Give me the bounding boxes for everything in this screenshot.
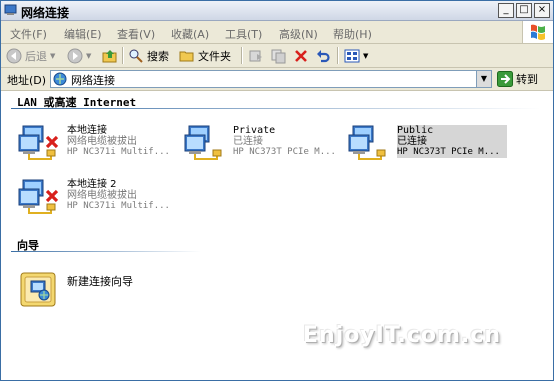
menu-help[interactable]: 帮助(H) xyxy=(333,26,372,42)
forward-arrow-icon xyxy=(67,48,83,63)
back-dropdown-icon[interactable]: ▼ xyxy=(50,52,55,60)
undo-icon xyxy=(317,49,330,62)
menu-tools[interactable]: 工具(T) xyxy=(225,26,262,42)
new-connection-wizard-item[interactable]: 新建连接向导 xyxy=(19,269,219,309)
back-label: 后退 xyxy=(25,49,47,63)
connection-device: HP NC371i Multif... xyxy=(67,201,170,211)
forward-button[interactable]: ▼ xyxy=(67,47,91,64)
search-icon xyxy=(129,49,143,63)
toolbar: 后退 ▼ ▼ 搜索 文件夹 ▼ xyxy=(1,44,553,68)
toolbar-separator xyxy=(241,47,243,64)
go-label: 转到 xyxy=(516,73,538,86)
go-button[interactable]: 转到 xyxy=(497,70,547,88)
connection-item-selected[interactable]: Public 已连接 HP NC373T PCIe M... xyxy=(347,123,507,163)
views-grid-icon xyxy=(344,49,360,62)
group-divider xyxy=(11,108,541,109)
folders-button[interactable]: 文件夹 xyxy=(179,47,231,64)
connection-name: 本地连接 2 xyxy=(67,179,117,190)
connection-device: HP NC373T PCIe M... xyxy=(397,147,500,157)
address-bar: 地址(D) 网络连接 ▼ 转到 xyxy=(1,68,553,91)
address-field[interactable]: 网络连接 ▼ xyxy=(50,70,492,88)
disconnected-network-icon xyxy=(18,179,59,214)
move-to-icon xyxy=(249,50,262,61)
menu-favorites[interactable]: 收藏(A) xyxy=(171,26,209,42)
connected-network-icon xyxy=(348,125,386,160)
search-label: 搜索 xyxy=(147,49,169,63)
address-value: 网络连接 xyxy=(71,74,115,87)
window-title: 网络连接 xyxy=(21,6,70,20)
folder-icon xyxy=(179,51,194,61)
copy-to-button[interactable] xyxy=(271,47,287,64)
connection-device: HP NC373T PCIe M... xyxy=(233,147,336,157)
connection-device: HP NC371i Multif... xyxy=(67,147,170,157)
connection-status: 已连接 xyxy=(397,136,427,147)
copy-to-icon xyxy=(271,49,286,63)
close-button[interactable]: × xyxy=(534,3,550,18)
back-button[interactable]: 后退 ▼ xyxy=(6,47,55,64)
maximize-button[interactable]: □ xyxy=(516,3,532,18)
network-connections-icon xyxy=(53,72,67,86)
connection-name: Public xyxy=(397,125,434,136)
address-dropdown-icon[interactable]: ▼ xyxy=(476,71,491,87)
connection-item[interactable]: 本地连接 网络电缆被拔出 HP NC371i Multif... xyxy=(17,123,177,163)
menu-bar: 文件(F) 编辑(E) 查看(V) 收藏(A) 工具(T) 高级(N) 帮助(H… xyxy=(1,21,553,44)
delete-button[interactable] xyxy=(293,47,309,64)
group-divider xyxy=(11,251,201,252)
views-dropdown-icon[interactable]: ▼ xyxy=(363,52,368,60)
new-connection-wizard-icon xyxy=(20,272,56,307)
minimize-button[interactable]: _ xyxy=(498,3,514,18)
menu-edit[interactable]: 编辑(E) xyxy=(64,26,102,42)
toolbar-separator xyxy=(122,47,124,64)
disconnected-network-icon xyxy=(18,125,59,160)
connection-status: 已连接 xyxy=(233,136,263,147)
delete-x-icon xyxy=(295,49,307,62)
watermark: EnjoyIT.com.cn xyxy=(303,323,502,348)
up-folder-icon xyxy=(102,49,117,62)
windows-logo-icon xyxy=(522,21,553,43)
connection-name: 本地连接 xyxy=(67,125,107,136)
network-folder-icon xyxy=(4,4,17,15)
address-label: 地址(D) xyxy=(7,74,47,87)
search-button[interactable]: 搜索 xyxy=(128,47,169,64)
back-arrow-icon xyxy=(6,48,22,63)
views-button[interactable]: ▼ xyxy=(344,47,368,64)
move-to-button[interactable] xyxy=(248,47,264,64)
wizard-label: 新建连接向导 xyxy=(67,275,133,288)
content-pane: LAN 或高速 Internet 本地连接 网络电缆被拔出 HP NC371i … xyxy=(1,91,553,380)
go-arrow-icon xyxy=(497,71,513,87)
connection-status: 网络电缆被拔出 xyxy=(67,136,137,147)
connection-item[interactable]: Private 已连接 HP NC373T PCIe M... xyxy=(183,123,343,163)
folders-label: 文件夹 xyxy=(198,49,231,63)
connected-network-icon xyxy=(184,125,222,160)
menu-file[interactable]: 文件(F) xyxy=(10,26,47,42)
menu-view[interactable]: 查看(V) xyxy=(117,26,155,42)
connection-name: Private xyxy=(233,125,276,136)
up-folder-button[interactable] xyxy=(102,47,118,64)
connection-item[interactable]: 本地连接 2 网络电缆被拔出 HP NC371i Multif... xyxy=(17,177,177,217)
forward-dropdown-icon[interactable]: ▼ xyxy=(86,52,91,60)
connection-status: 网络电缆被拔出 xyxy=(67,190,137,201)
window: 网络连接 _ □ × 文件(F) 编辑(E) 查看(V) 收藏(A) 工具(T)… xyxy=(0,0,554,381)
title-bar[interactable]: 网络连接 _ □ × xyxy=(1,1,553,21)
menu-advanced[interactable]: 高级(N) xyxy=(279,26,318,42)
toolbar-separator xyxy=(337,47,339,64)
undo-button[interactable] xyxy=(315,47,331,64)
